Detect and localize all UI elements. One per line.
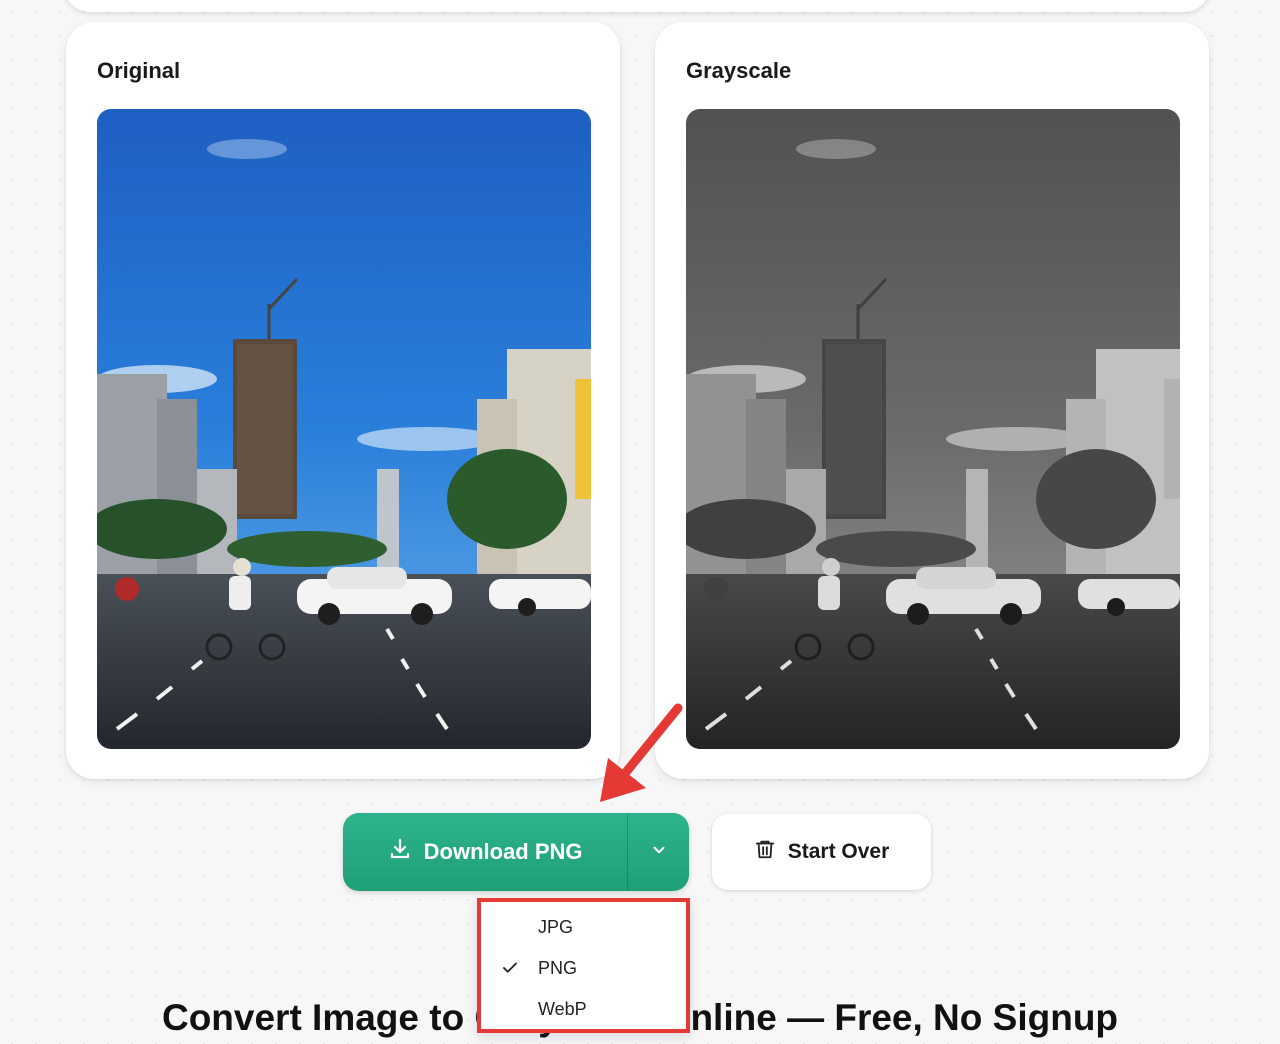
check-icon	[481, 959, 538, 977]
chevron-down-icon	[650, 841, 668, 864]
download-icon	[388, 837, 412, 867]
format-option-png[interactable]: PNG	[481, 953, 686, 983]
grayscale-panel: Grayscale	[655, 22, 1209, 779]
annotation-arrow-icon	[600, 703, 683, 802]
format-menu: JPG PNG WebP	[477, 898, 690, 1033]
original-panel-title: Original	[97, 58, 181, 83]
original-panel: Original	[66, 22, 620, 779]
download-button[interactable]: Download PNG	[343, 813, 627, 891]
original-image	[97, 109, 591, 749]
download-button-label: Download PNG	[423, 839, 583, 864]
start-over-button[interactable]: Start Over	[712, 814, 931, 890]
format-option-label: PNG	[538, 957, 578, 978]
grayscale-image	[686, 109, 1180, 749]
format-dropdown-toggle[interactable]	[627, 813, 689, 891]
trash-icon	[754, 837, 776, 867]
previous-card-edge	[64, 0, 1210, 12]
format-option-webp[interactable]: WebP	[481, 994, 686, 1024]
format-option-label: WebP	[538, 998, 587, 1019]
format-option-label: JPG	[538, 916, 574, 937]
start-over-label: Start Over	[787, 840, 890, 863]
download-split-button: Download PNG	[343, 813, 689, 891]
grayscale-panel-title: Grayscale	[686, 58, 792, 83]
format-option-jpg[interactable]: JPG	[481, 912, 686, 942]
